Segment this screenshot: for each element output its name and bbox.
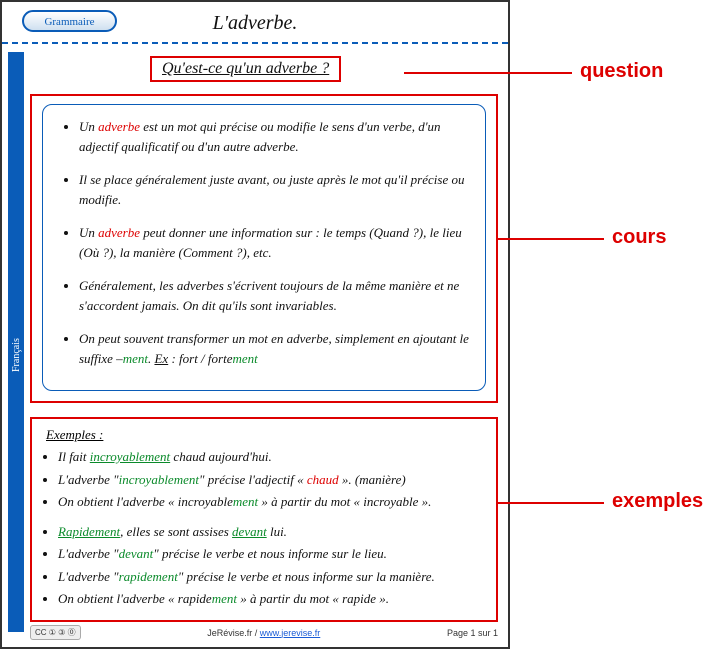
cours-item: Un adverbe peut donner une information s… [79,223,477,262]
kw-rapidement: Rapidement [58,524,120,539]
exemple-item: L'adverbe "devant" précise le verbe et n… [58,544,486,564]
kw-chaud: chaud [307,472,339,487]
exemple-item: L'adverbe "incroyablement" précise l'adj… [58,470,486,490]
annotation-question: question [580,60,663,83]
text: " précise le verbe et nous informe sur l… [178,569,435,584]
cours-item: Il se place généralement juste avant, ou… [79,170,477,209]
keyword-adverbe: adverbe [98,225,140,240]
kw-rapidement: rapidement [119,569,178,584]
page-footer: CC ① ③ ⓪ JeRévise.fr / www.jerevise.fr P… [30,621,498,643]
suffix-ment: ment [232,351,257,366]
cours-item: On peut souvent transformer un mot en ad… [79,329,477,368]
text: , elles se sont assises [120,524,232,539]
kw-devant: devant [232,524,267,539]
suffix-ment: ment [123,351,148,366]
cours-box: Un adverbe est un mot qui précise ou mod… [30,94,498,403]
example-label: Ex [154,351,168,366]
footer-site: JeRévise.fr / www.jerevise.fr [89,628,439,638]
text: Un [79,119,98,134]
cours-item: Un adverbe est un mot qui précise ou mod… [79,117,477,156]
text: chaud aujourd'hui. [170,449,272,464]
text: » à partir du mot « incroyable ». [258,494,431,509]
text: " précise l'adjectif « [199,472,307,487]
annotation-line [498,502,604,504]
cours-item: Généralement, les adverbes s'écrivent to… [79,276,477,315]
side-strip-label: Français [11,338,22,372]
text: L'adverbe " [58,569,119,584]
exemple-item: On obtient l'adverbe « incroyablement » … [58,492,486,512]
kw-incroyablement: incroyablement [90,449,170,464]
cours-inner: Un adverbe est un mot qui précise ou mod… [42,104,486,391]
footer-link[interactable]: www.jerevise.fr [260,628,321,638]
text: lui. [267,524,287,539]
side-strip: Français [8,52,24,632]
subject-tab: Grammaire [22,10,117,32]
text: : fort / [168,351,208,366]
text: On obtient l'adverbe « rapide [58,591,212,606]
exemples-title: Exemples : [46,427,486,443]
text: On obtient l'adverbe « incroyable [58,494,233,509]
annotation-exemples: exemples [612,490,703,513]
text: Un [79,225,98,240]
exemple-item: Il fait incroyablement chaud aujourd'hui… [58,447,486,467]
suffix-ment: ment [233,494,258,509]
annotation-cours: cours [612,226,666,249]
text: " précise le verbe et nous informe sur l… [153,546,387,561]
text: L'adverbe " [58,472,119,487]
text: forte [208,351,233,366]
exemple-item: On obtient l'adverbe « rapidement » à pa… [58,589,486,609]
document-page: Grammaire L'adverbe. Français Qu'est-ce … [0,0,510,649]
text: JeRévise.fr / [207,628,260,638]
exemple-item: Rapidement, elles se sont assises devant… [58,522,486,542]
text: ». (manière) [339,472,406,487]
page-content: Qu'est-ce qu'un adverbe ? Un adverbe est… [30,52,498,619]
exemple-item: L'adverbe "rapidement" précise le verbe … [58,567,486,587]
question-box: Qu'est-ce qu'un adverbe ? [150,56,341,82]
annotation-line [498,238,604,240]
footer-page: Page 1 sur 1 [447,628,498,638]
text: Il fait [58,449,90,464]
kw-incroyablement: incroyablement [119,472,199,487]
text: » à partir du mot « rapide ». [237,591,389,606]
keyword-adverbe: adverbe [98,119,140,134]
annotation-line [404,72,572,74]
text: L'adverbe " [58,546,119,561]
exemples-box: Exemples : Il fait incroyablement chaud … [30,417,498,622]
question-text: Qu'est-ce qu'un adverbe ? [162,60,329,77]
cc-badge-icon: CC ① ③ ⓪ [30,625,81,640]
kw-devant: devant [119,546,154,561]
suffix-ment: ment [212,591,237,606]
